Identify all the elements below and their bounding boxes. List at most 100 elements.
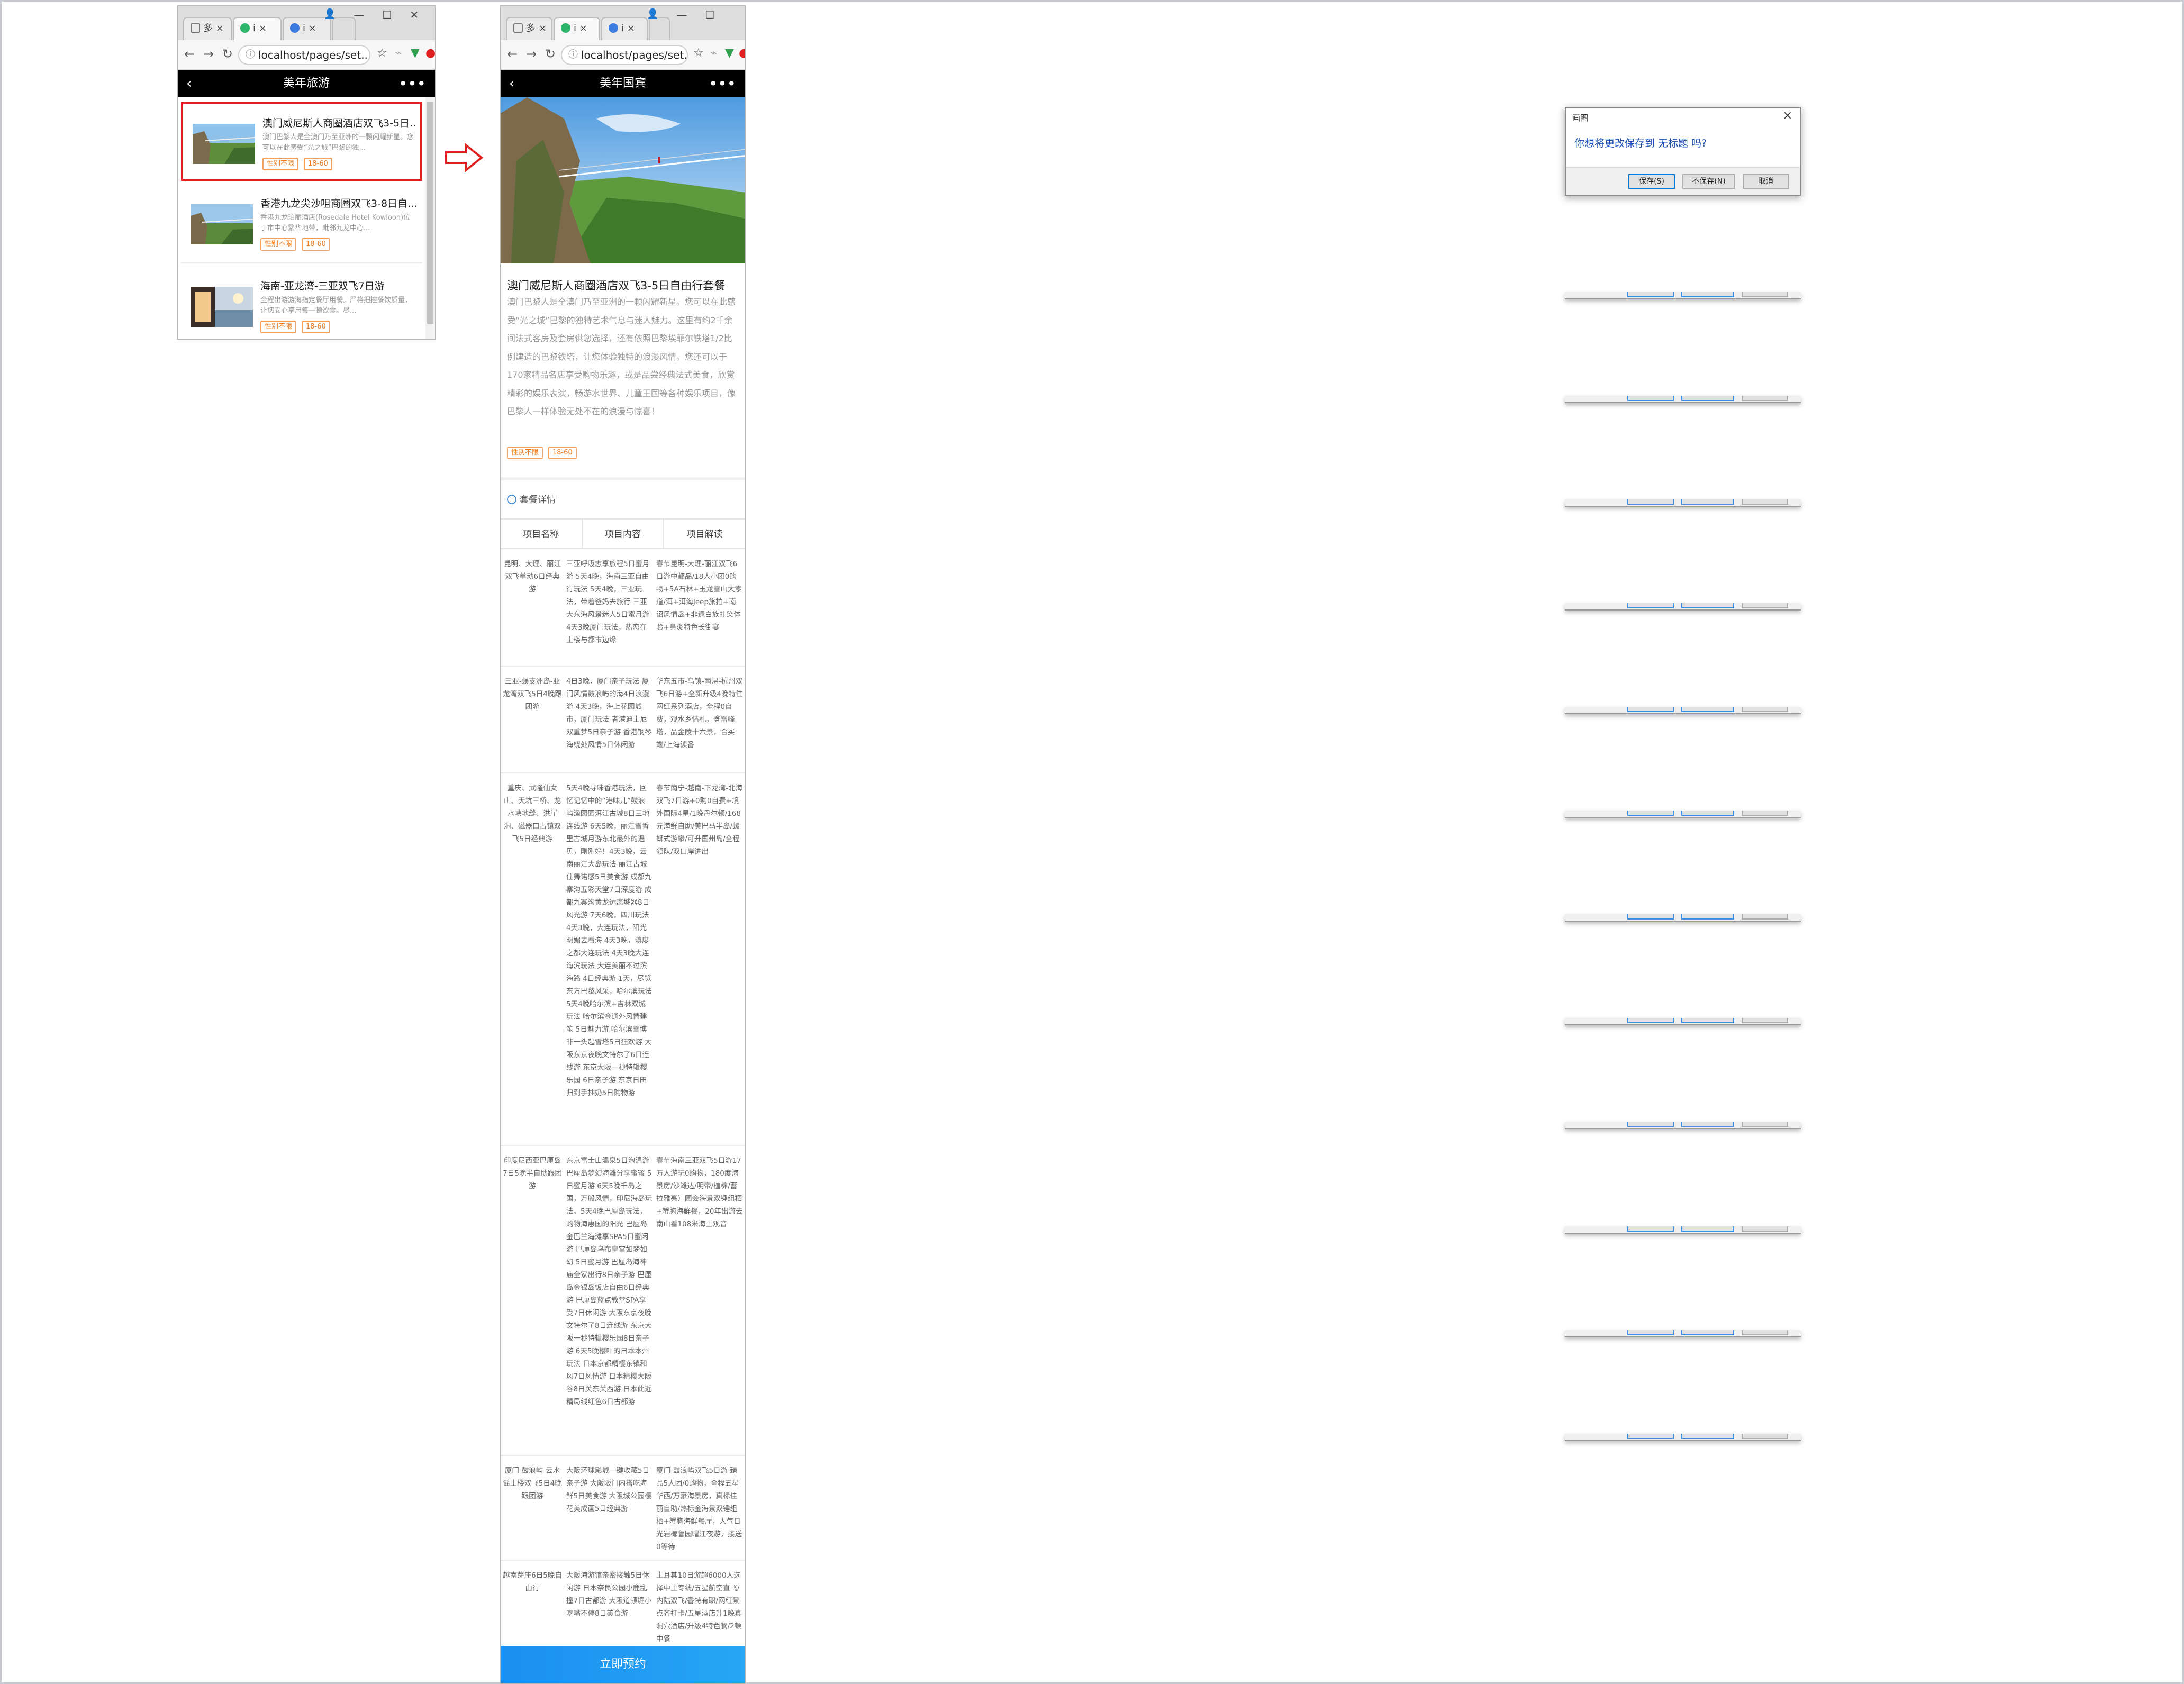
dialog-trail-artifact bbox=[1565, 1226, 1801, 1238]
list-item[interactable]: 海南-亚龙湾-三亚双飞7日游 全程出游游海指定餐厅用餐。严格把控餐饮质量，让您安… bbox=[181, 267, 422, 339]
info-icon: ⓘ bbox=[246, 49, 255, 60]
dialog-trail-button bbox=[1681, 499, 1734, 505]
cell-note: 春节昆明-大理-丽江双飞6日游中都品/18人小团0购物+5A石林+玉龙雪山大索道… bbox=[656, 560, 742, 632]
hero-image bbox=[501, 97, 745, 263]
tag-gender: 性别不限 bbox=[507, 447, 543, 459]
list-item[interactable]: 澳门威尼斯人商圈酒店双飞3-5日... 澳门巴黎人是全澳门乃至亚洲的一颗闪耀新星… bbox=[181, 102, 422, 181]
detail-tags: 性别不限 18-60 bbox=[507, 447, 577, 459]
back-button[interactable]: ← bbox=[184, 48, 195, 60]
dialog-trail-button bbox=[1627, 914, 1674, 920]
cell-content: 大阪海游馆亲密接触5日休闲游 日本奈良公园小鹿乱撞7日古都游 大阪道顿堀小吃嘴不… bbox=[566, 1571, 652, 1618]
cell-note: 厦门-鼓浪屿双飞5日游 臻品5人团/0购物，全程五星华西/万豪海景房，真标佳丽自… bbox=[656, 1467, 742, 1551]
refresh-icon[interactable]: ↻ bbox=[545, 48, 556, 60]
dialog-trail-button bbox=[1627, 1226, 1674, 1232]
dialog-trail-button bbox=[1681, 707, 1734, 712]
dialog-trail-button bbox=[1681, 1434, 1734, 1439]
browser-tab-2[interactable]: i × bbox=[554, 17, 600, 40]
more-icon[interactable]: ••• bbox=[399, 70, 427, 97]
url-input[interactable]: ⓘ localhost/pages/set... bbox=[238, 45, 370, 65]
dialog-trail-button bbox=[1681, 1226, 1734, 1232]
dialog-trail-button bbox=[1681, 603, 1734, 608]
more-icon[interactable]: ••• bbox=[709, 70, 737, 97]
url-input[interactable]: ⓘ localhost/pages/set... bbox=[561, 45, 688, 65]
tag-group: 性别不限 18-60 bbox=[260, 238, 330, 251]
column-header-note: 项目解读 bbox=[686, 529, 723, 540]
tag-gender: 性别不限 bbox=[260, 321, 297, 333]
browser-tab-1[interactable]: 多 × bbox=[183, 17, 232, 40]
scrollbar-thumb[interactable] bbox=[427, 102, 433, 324]
cell-note: 华东五市-乌镇-南浔-杭州双飞6日游+全新升级4晚特住网红系列酒店，全程0自费，… bbox=[656, 677, 743, 749]
browser-tab-1[interactable]: 多 × bbox=[506, 17, 552, 40]
back-arrow-icon[interactable]: ‹ bbox=[186, 70, 192, 97]
item-description: 澳门巴黎人是全澳门乃至亚洲的一颗闪耀新星。您可以在此感受“光之城”巴黎的独... bbox=[262, 133, 414, 152]
close-window-button[interactable]: ✕ bbox=[410, 8, 419, 24]
extension-icon[interactable]: ⌁ bbox=[710, 47, 717, 60]
dialog-trail-button bbox=[1627, 603, 1674, 608]
cell-content: 三亚呼吸志享旅程5日蜜月游 5天4晚，海南三亚自由行玩法 5天4晚，三亚玩法，带… bbox=[566, 560, 650, 644]
table-row: 重庆、武隆仙女山、天坑三桥、龙水峡地缝、洪崖洞、磁器口古镇双飞5日经典游 5天4… bbox=[501, 775, 745, 1146]
tag-group: 性别不限 18-60 bbox=[260, 321, 330, 333]
vue-devtools-icon[interactable]: ▼ bbox=[411, 47, 420, 60]
section-divider bbox=[501, 477, 745, 480]
refresh-icon[interactable]: ↻ bbox=[222, 48, 233, 60]
address-bar: ← → ↻ ⓘ localhost/pages/set... ☆ ⌁ ▼ ● bbox=[501, 40, 745, 70]
star-icon[interactable]: ☆ bbox=[377, 47, 387, 60]
vue-devtools-icon[interactable]: ▼ bbox=[725, 47, 734, 60]
dialog-trail-button bbox=[1627, 292, 1674, 297]
dialog-trail-artifact bbox=[1565, 914, 1801, 926]
package-thumbnail bbox=[191, 204, 253, 244]
dialog-trail-artifact bbox=[1565, 1122, 1801, 1133]
adblock-icon[interactable]: ● bbox=[739, 47, 745, 60]
item-title: 香港九龙尖沙咀商圈双飞3-8日自... bbox=[260, 198, 417, 210]
app-header: ‹ 美年旅游 ••• bbox=[178, 70, 435, 97]
back-arrow-icon[interactable]: ‹ bbox=[509, 70, 514, 97]
extension-icon[interactable]: ⌁ bbox=[395, 47, 402, 60]
detail-title: 澳门威尼斯人商圈酒店双飞3-5日自由行套餐 bbox=[507, 279, 726, 292]
tag-group: 性别不限 18-60 bbox=[262, 158, 332, 170]
browser-tab-3[interactable]: i × bbox=[601, 17, 648, 40]
dialog-trail-artifact bbox=[1565, 396, 1801, 407]
book-now-button[interactable]: 立即预约 bbox=[501, 1646, 745, 1683]
minimize-button[interactable]: — bbox=[354, 8, 364, 24]
maximize-button[interactable]: ☐ bbox=[382, 8, 392, 24]
save-button[interactable]: 保存(S) bbox=[1628, 174, 1675, 189]
close-icon[interactable]: × bbox=[1783, 109, 1792, 122]
dialog-trail-artifact bbox=[1565, 499, 1801, 511]
address-bar: ← → ↻ ⓘ localhost/pages/set... ☆ ⌁ ▼ ● bbox=[178, 40, 435, 70]
tag-age: 18-60 bbox=[548, 447, 577, 459]
dialog-trail-artifact bbox=[1565, 707, 1801, 718]
tag-age: 18-60 bbox=[302, 238, 330, 251]
dialog-trail-button bbox=[1681, 1122, 1734, 1127]
browser-tab-2[interactable]: i × bbox=[233, 17, 282, 40]
dialog-trail-button bbox=[1742, 1226, 1788, 1232]
back-button[interactable]: ← bbox=[507, 48, 518, 60]
tag-gender: 性别不限 bbox=[262, 158, 299, 170]
dialog-trail-artifact bbox=[1565, 1330, 1801, 1342]
profile-icon[interactable]: 👤 bbox=[324, 8, 336, 24]
dont-save-button[interactable]: 不保存(N) bbox=[1682, 174, 1735, 189]
dialog-trail-button bbox=[1742, 396, 1788, 401]
dialog-trail-button bbox=[1742, 292, 1788, 297]
scrollbar[interactable] bbox=[425, 97, 435, 339]
dialog-trail-button bbox=[1742, 1122, 1788, 1127]
tag-gender: 性别不限 bbox=[260, 238, 297, 251]
dialog-trail-button bbox=[1627, 707, 1674, 712]
adblock-icon[interactable]: ● bbox=[425, 47, 435, 60]
cell-content: 4日3晚，厦门亲子玩法 厦门风情鼓浪屿的海4日浪漫游 4天3晚，海上花园城市，厦… bbox=[566, 677, 652, 749]
forward-button[interactable]: → bbox=[526, 48, 537, 60]
settings-icon bbox=[609, 23, 618, 33]
cell-content: 5天4晚寻味香港玩法，回忆记忆中的“港味儿”鼓浪屿渔园园洱江古城8日三地连线游 … bbox=[566, 784, 652, 1097]
star-icon[interactable]: ☆ bbox=[693, 47, 704, 60]
cell-note: 春节海南三亚双飞5日游17万人游玩0购物，180度海景房/沙滩达/明帝/植棉/蓄… bbox=[656, 1157, 743, 1228]
forward-button[interactable]: → bbox=[203, 48, 214, 60]
dialog-button-bar: 保存(S) 不保存(N) 取消 bbox=[1566, 167, 1800, 195]
column-header-content: 项目内容 bbox=[583, 520, 665, 548]
minimize-button[interactable]: — bbox=[676, 8, 687, 24]
table-row: 昆明、大理、丽江双飞单动6日经典游 三亚呼吸志享旅程5日蜜月游 5天4晚，海南三… bbox=[501, 550, 745, 667]
header-title: 美年旅游 bbox=[283, 77, 330, 90]
table-header: 项目名称 项目内容 项目解读 bbox=[501, 518, 745, 549]
maximize-button[interactable]: ☐ bbox=[705, 8, 714, 24]
profile-icon[interactable]: 👤 bbox=[647, 8, 658, 24]
cancel-button[interactable]: 取消 bbox=[1743, 174, 1789, 189]
list-item[interactable]: 香港九龙尖沙咀商圈双飞3-8日自... 香港九龙珀丽酒店(Rosedale Ho… bbox=[181, 184, 422, 263]
